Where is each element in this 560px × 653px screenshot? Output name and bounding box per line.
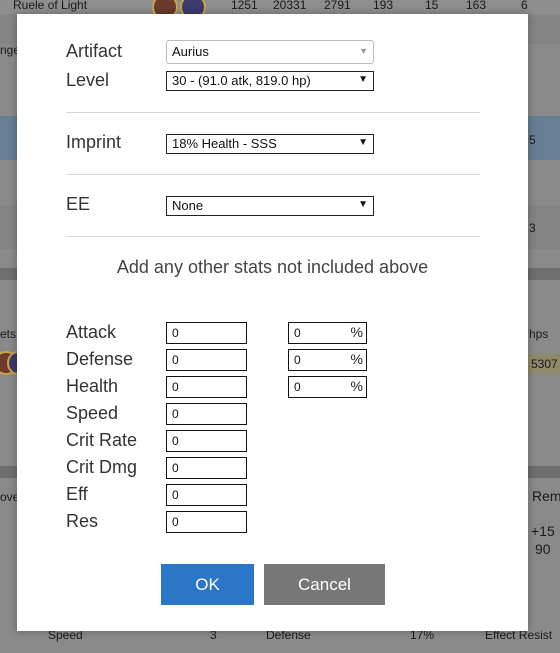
ee-label: EE <box>66 194 91 214</box>
stat-label-eff: Eff <box>66 484 88 504</box>
ee-select-value: None <box>172 198 204 213</box>
health-pct-value: 0 <box>294 380 301 394</box>
imprint-select[interactable]: 18% Health - SSS ▼ <box>166 134 374 154</box>
percent-sign: % <box>350 378 363 394</box>
crit-dmg-input[interactable]: 0 <box>166 457 247 479</box>
stat-label-defense: Defense <box>66 349 134 369</box>
defense-input[interactable]: 0 <box>166 349 247 371</box>
divider <box>66 112 480 113</box>
attack-input[interactable]: 0 <box>166 322 247 344</box>
level-select[interactable]: 30 - (91.0 atk, 819.0 hp) ▼ <box>166 71 374 91</box>
health-pct-input[interactable]: 0 % <box>288 376 367 398</box>
artifact-label: Artifact <box>66 41 123 61</box>
percent-sign: % <box>350 324 363 340</box>
stat-label-res: Res <box>66 511 99 531</box>
divider <box>66 174 480 175</box>
attack-pct-value: 0 <box>294 326 301 340</box>
defense-pct-input[interactable]: 0 % <box>288 349 367 371</box>
health-input[interactable]: 0 <box>166 376 247 398</box>
chevron-down-icon: ▼ <box>358 199 368 210</box>
stat-label-crit-rate: Crit Rate <box>66 430 138 450</box>
artifact-select-value: Aurius <box>172 44 209 59</box>
stat-label-crit-dmg: Crit Dmg <box>66 457 137 477</box>
chevron-down-icon: ▼ <box>358 74 368 85</box>
speed-input[interactable]: 0 <box>166 403 247 425</box>
imprint-select-value: 18% Health - SSS <box>172 136 277 151</box>
defense-pct-value: 0 <box>294 353 301 367</box>
artifact-stats-modal: Artifact Aurius ▼ Level 30 - (91.0 atk, … <box>17 14 528 631</box>
eff-input[interactable]: 0 <box>166 484 247 506</box>
crit-rate-input[interactable]: 0 <box>166 430 247 452</box>
divider <box>66 236 480 237</box>
res-input[interactable]: 0 <box>166 511 247 533</box>
extra-stats-note: Add any other stats not included above <box>116 257 429 277</box>
stat-label-attack: Attack <box>66 322 117 342</box>
artifact-select[interactable]: Aurius ▼ <box>166 40 374 64</box>
level-label: Level <box>66 70 110 90</box>
chevron-down-icon: ▼ <box>359 46 368 56</box>
stat-label-health: Health <box>66 376 119 396</box>
imprint-label: Imprint <box>66 132 122 152</box>
level-select-value: 30 - (91.0 atk, 819.0 hp) <box>172 73 311 88</box>
stat-label-speed: Speed <box>66 403 119 423</box>
percent-sign: % <box>350 351 363 367</box>
attack-pct-input[interactable]: 0 % <box>288 322 367 344</box>
ee-select[interactable]: None ▼ <box>166 196 374 216</box>
cancel-button[interactable]: Cancel <box>264 564 385 605</box>
chevron-down-icon: ▼ <box>358 137 368 148</box>
ok-button[interactable]: OK <box>161 564 254 605</box>
